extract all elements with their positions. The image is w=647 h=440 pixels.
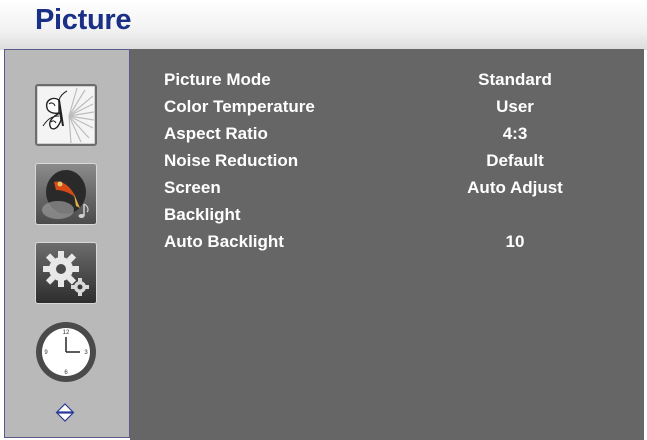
menu-item-aspect-ratio[interactable]: Aspect Ratio 4:3 xyxy=(130,121,644,147)
menu-item-value: Standard xyxy=(478,70,552,89)
category-sidebar: 12 3 6 9 xyxy=(4,49,130,438)
up-down-arrow-icon[interactable] xyxy=(55,402,75,422)
menu-item-picture-mode[interactable]: Picture Mode Standard xyxy=(130,67,644,93)
menu-item-color-temperature[interactable]: Color Temperature User xyxy=(130,94,644,120)
menu-item-value: 4:3 xyxy=(502,124,528,143)
picture-menu-list: Picture Mode Standard Color Temperature … xyxy=(130,49,644,440)
menu-item-auto-backlight[interactable]: Auto Backlight 10 xyxy=(130,229,644,255)
menu-item-label: Noise Reduction xyxy=(164,151,299,170)
menu-item-label: Backlight xyxy=(164,205,241,224)
menu-item-value: User xyxy=(496,97,534,116)
sidebar-item-sound[interactable] xyxy=(35,163,97,225)
menu-item-value: Default xyxy=(486,151,544,170)
clock-number-12: 12 xyxy=(63,330,70,336)
sidebar-item-picture[interactable] xyxy=(35,84,97,146)
header-bar: Picture xyxy=(0,0,647,50)
settings-panel: Picture Mode Standard Color Temperature … xyxy=(130,49,644,440)
menu-item-noise-reduction[interactable]: Noise Reduction Default xyxy=(130,148,644,174)
menu-item-value: 10 xyxy=(505,232,525,251)
menu-item-label: Aspect Ratio xyxy=(164,124,268,143)
menu-item-value: Auto Adjust xyxy=(467,178,563,197)
gears-icon xyxy=(43,251,89,296)
clock-icon: 12 3 6 9 xyxy=(36,322,96,382)
menu-item-screen[interactable]: Screen Auto Adjust xyxy=(130,175,644,201)
menu-item-label: Screen xyxy=(164,178,221,197)
menu-item-label: Auto Backlight xyxy=(164,232,284,251)
menu-item-backlight[interactable]: Backlight xyxy=(130,202,644,228)
menu-item-label: Picture Mode xyxy=(164,70,271,89)
bird-sound-icon xyxy=(42,170,89,219)
sidebar-item-time[interactable]: 12 3 6 9 xyxy=(34,320,98,384)
page-title: Picture xyxy=(35,4,132,36)
butterfly-picture-icon xyxy=(42,87,95,144)
menu-item-label: Color Temperature xyxy=(164,97,315,116)
sidebar-item-setup[interactable] xyxy=(35,242,97,304)
